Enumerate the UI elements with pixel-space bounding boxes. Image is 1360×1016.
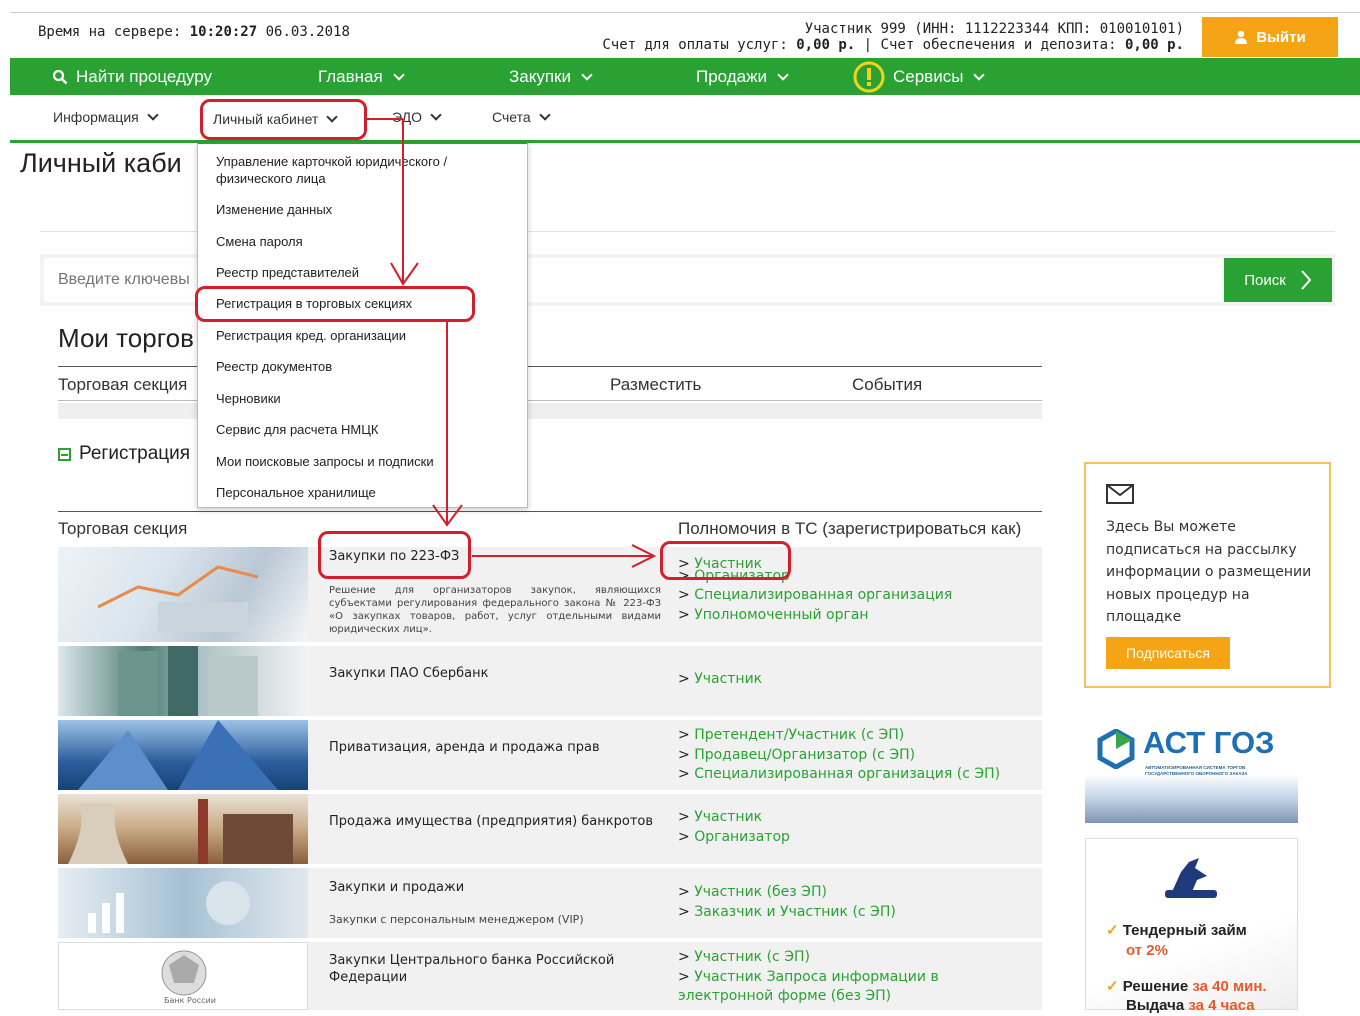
account-balances: Счет для оплаты услуг: 0,00 р. | Счет об… (602, 37, 1184, 53)
envelope-icon (1106, 484, 1134, 504)
my-trades-heading: Мои торгов (58, 323, 194, 353)
section-title[interactable]: Закупки ПАО Сбербанк (329, 666, 489, 681)
subscribe-text: Здесь Вы можете подписаться на рассылку … (1106, 519, 1312, 625)
cabinet-dropdown: Управление карточкой юридического / физи… (197, 142, 528, 508)
power-link[interactable]: Участник (без ЭП) (678, 883, 896, 903)
power-link[interactable]: Участник (678, 808, 790, 828)
table-row: Приватизация, аренда и продажа прав Прет… (58, 720, 1042, 790)
power-link[interactable]: Участник (678, 670, 762, 690)
chevron-down-icon (777, 68, 789, 81)
ast-goz-logo-icon (1097, 729, 1135, 769)
account-info: Участник 999 (ИНН: 1112223344 КПП: 01001… (804, 21, 1184, 37)
power-link[interactable]: Специализированная организация (с ЭП) (678, 765, 1000, 785)
power-link[interactable]: Участник Запроса информации в электронно… (678, 968, 1038, 1007)
power-link[interactable]: Организатор (678, 828, 790, 848)
powers-links: Претендент/Участник (с ЭП) Продавец/Орга… (678, 726, 1000, 785)
table-row: Продажа имущества (предприятия) банкрото… (58, 794, 1042, 864)
chevron-down-icon (581, 68, 593, 81)
col-place: Разместить (610, 375, 702, 394)
search-icon (52, 69, 68, 84)
collapse-icon (58, 447, 71, 461)
registration-toggle[interactable]: Регистрация (58, 443, 190, 465)
power-link[interactable]: Специализированная организация (678, 586, 952, 606)
chevron-right-icon (1301, 270, 1312, 290)
section-title[interactable]: Закупки Центрального банка Российской Фе… (329, 952, 619, 986)
logout-button[interactable]: Выйти (1202, 17, 1338, 57)
col-section: Торговая секция (58, 375, 188, 394)
nav-sales[interactable]: Продажи (696, 58, 789, 95)
server-time: Время на сервере: 10:20:27 06.03.2018 (38, 24, 350, 40)
section-image (58, 868, 308, 938)
section-title[interactable]: Закупки и продажи (329, 880, 464, 895)
dropdown-item[interactable]: Регистрация кред. организации (216, 327, 406, 344)
col-events: События (852, 375, 923, 394)
nav-main[interactable]: Главная (318, 58, 405, 95)
section-description: Закупки с персональным менеджером (VIP) (329, 913, 584, 926)
dropdown-item[interactable]: Черновики (216, 390, 281, 407)
subscribe-box: Здесь Вы можете подписаться на рассылку … (1084, 462, 1331, 688)
subnav-edo[interactable]: ЭДО (392, 109, 442, 125)
power-link[interactable]: Продавец/Организатор (с ЭП) (678, 746, 1000, 766)
dropdown-item[interactable]: Смена пароля (216, 233, 303, 250)
search-button[interactable]: Поиск (1224, 258, 1332, 302)
col-section-2: Торговая секция (58, 519, 188, 538)
table-row: Закупки по 223-ФЗ Решение для организато… (58, 547, 1042, 642)
chevron-down-icon (973, 68, 986, 81)
nav-services[interactable]: Сервисы (853, 58, 986, 95)
powers-links: Участник (с ЭП) Участник Запроса информа… (678, 948, 1038, 1007)
table-row: Закупки и продажи Закупки с персональным… (58, 868, 1042, 938)
dropdown-item[interactable]: Управление карточкой юридического / физи… (216, 153, 456, 187)
annotation-highlight (195, 286, 475, 322)
main-nav: Найти процедуру Главная Закупки Продажи … (10, 58, 1360, 95)
section-image (58, 720, 308, 790)
powers-links: Участник Организатор (678, 808, 790, 847)
table-row: Банк России Закупки Центрального банка Р… (58, 942, 1042, 1010)
dropdown-item[interactable]: Мои поисковые запросы и подписки (216, 453, 434, 470)
dropdown-item[interactable]: Изменение данных (216, 201, 332, 218)
dropdown-item[interactable]: Реестр документов (216, 358, 332, 375)
annotation-highlight (318, 531, 471, 579)
dropdown-item[interactable]: Персональное хранилище (216, 484, 376, 501)
subnav-info[interactable]: Информация (53, 109, 159, 125)
alert-icon (853, 61, 885, 92)
central-bank-seal-icon: Банк России (161, 950, 216, 1005)
chevron-down-icon (393, 68, 405, 81)
chevron-down-icon (538, 109, 551, 121)
dropdown-item[interactable]: Сервис для расчета НМЦК (216, 421, 378, 438)
section-image (58, 794, 308, 864)
loan-banner[interactable]: ✓ Тендерный займ от 2% ✓ Решение за 40 м… (1085, 838, 1298, 1014)
annotation-highlight (200, 99, 367, 140)
page-title: Личный каби (20, 148, 182, 178)
power-link[interactable]: Претендент/Участник (с ЭП) (678, 726, 1000, 746)
powers-links: Участник (без ЭП) Заказчик и Участник (с… (678, 883, 896, 922)
powers-links: Участник (678, 670, 762, 690)
power-link[interactable]: Уполномоченный орган (678, 606, 952, 626)
power-link[interactable]: Заказчик и Участник (с ЭП) (678, 903, 896, 923)
annotation-highlight (660, 541, 791, 580)
nav-purchases[interactable]: Закупки (509, 58, 593, 95)
section-image (58, 547, 308, 642)
ast-goz-banner[interactable]: АСТ ГОЗ АВТОМАТИЗИРОВАННАЯ СИСТЕМА ТОРГО… (1085, 715, 1298, 823)
power-link[interactable]: Участник (с ЭП) (678, 948, 1038, 968)
section-title[interactable]: Приватизация, аренда и продажа прав (329, 740, 600, 755)
col-powers: Полномочия в ТС (зарегистрироваться как) (678, 519, 1022, 538)
subnav-accounts[interactable]: Счета (492, 109, 551, 125)
find-procedure-link[interactable]: Найти процедуру (52, 58, 212, 95)
section-title[interactable]: Продажа имущества (предприятия) банкрото… (329, 814, 653, 829)
horse-logo-icon (1165, 858, 1217, 898)
section-image: Банк России (58, 942, 308, 1010)
dropdown-item[interactable]: Реестр представителей (216, 264, 359, 281)
user-icon (1235, 30, 1248, 44)
chevron-down-icon (430, 109, 442, 121)
subscribe-button[interactable]: Подписаться (1106, 637, 1230, 669)
section-description: Решение для организаторов закупок, являю… (329, 585, 661, 635)
top-header: Время на сервере: 10:20:27 06.03.2018 Уч… (10, 12, 1360, 58)
table-row: Закупки ПАО Сбербанк Участник (58, 646, 1042, 716)
section-image (58, 646, 308, 716)
svg-text:Банк России: Банк России (164, 996, 216, 1005)
divider (58, 511, 1042, 512)
chevron-down-icon (147, 109, 159, 121)
